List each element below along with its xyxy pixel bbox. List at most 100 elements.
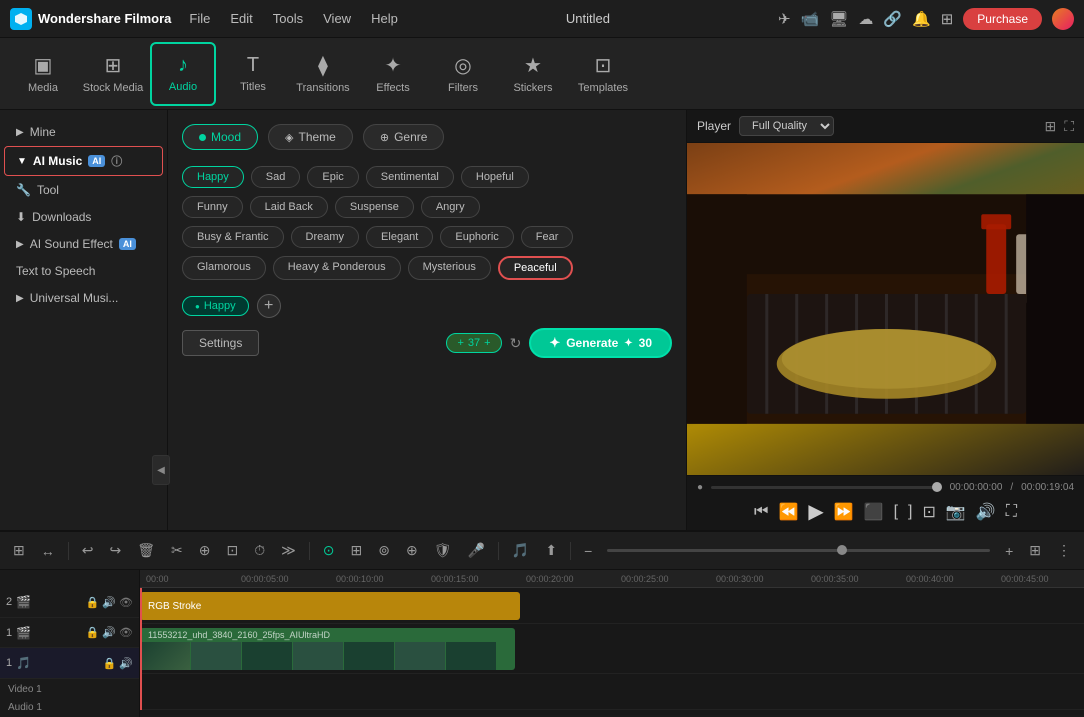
menu-edit[interactable]: Edit bbox=[230, 11, 252, 26]
toolbar-transitions[interactable]: ⧫ Transitions bbox=[290, 42, 356, 106]
cut-btn[interactable]: ✂ bbox=[166, 539, 188, 562]
sidebar-item-ai-music[interactable]: ▼ AI Music AI ⓘ bbox=[4, 146, 163, 176]
scene-btn[interactable]: ⊞ bbox=[8, 539, 30, 562]
grid-view-icon[interactable]: ⊞ bbox=[1044, 118, 1056, 135]
copy-btn[interactable]: ⊕ bbox=[194, 539, 216, 562]
progress-bar[interactable] bbox=[711, 486, 942, 489]
clip-video-main[interactable]: 11553212_uhd_3840_2160_25fps_AIUltraHD bbox=[140, 628, 515, 670]
rewind-button[interactable]: ⏮ bbox=[754, 503, 768, 521]
audio-tl-btn[interactable]: 🎵 bbox=[507, 539, 534, 562]
quality-select[interactable]: Full Quality Half Quality bbox=[739, 116, 834, 136]
pip-btn[interactable]: ⊞ bbox=[346, 539, 368, 562]
playhead[interactable] bbox=[140, 588, 142, 710]
tag-hopeful[interactable]: Hopeful bbox=[461, 166, 529, 188]
render-button[interactable]: ⊡ bbox=[923, 502, 936, 522]
step-back-button[interactable]: ⏪ bbox=[778, 502, 798, 522]
clip-rgb-stroke[interactable]: RGB Stroke bbox=[140, 592, 520, 620]
delete-btn[interactable]: 🗑 bbox=[132, 539, 160, 562]
tab-genre[interactable]: ⊕ Genre bbox=[363, 124, 445, 150]
tag-dreamy[interactable]: Dreamy bbox=[291, 226, 360, 248]
snapshot-button[interactable]: 📷 bbox=[946, 502, 966, 522]
zoom-in-btn[interactable]: + bbox=[1000, 540, 1018, 562]
sidebar-item-mine[interactable]: ▶ Mine bbox=[4, 119, 163, 145]
menu-help[interactable]: Help bbox=[371, 11, 398, 26]
menu-view[interactable]: View bbox=[323, 11, 351, 26]
toolbar-audio[interactable]: ♪ Audio bbox=[150, 42, 216, 106]
tag-glamorous[interactable]: Glamorous bbox=[182, 256, 266, 280]
mark-out-button[interactable]: ] bbox=[908, 503, 912, 521]
info-icon[interactable]: ⓘ bbox=[111, 153, 122, 169]
sequence-btn[interactable]: ⊙ bbox=[318, 539, 340, 562]
sidebar-item-tts[interactable]: Text to Speech bbox=[4, 258, 163, 284]
tag-busy-frantic[interactable]: Busy & Frantic bbox=[182, 226, 284, 248]
send-icon[interactable]: ✈ bbox=[778, 10, 791, 28]
track1-lock-btn[interactable]: 🔒 bbox=[86, 626, 100, 639]
audio1-lock-btn[interactable]: 🔒 bbox=[103, 657, 117, 670]
track2-lock-btn[interactable]: 🔒 bbox=[86, 596, 100, 609]
tag-angry[interactable]: Angry bbox=[421, 196, 480, 218]
tag-sad[interactable]: Sad bbox=[251, 166, 301, 188]
zoom-slider[interactable] bbox=[607, 549, 990, 552]
toolbar-media[interactable]: ▣ Media bbox=[10, 42, 76, 106]
export-btn[interactable]: ⬆ bbox=[540, 539, 562, 562]
grid-icon[interactable]: ⊞ bbox=[941, 10, 954, 28]
cloud-icon[interactable]: ☁ bbox=[858, 10, 873, 28]
fullscreen-button[interactable]: ⛶ bbox=[1006, 503, 1017, 521]
speed-btn[interactable]: ⏱ bbox=[249, 539, 270, 562]
share-icon[interactable]: 🔗 bbox=[883, 10, 902, 28]
undo-btn[interactable]: ↩ bbox=[77, 539, 99, 562]
menu-file[interactable]: File bbox=[189, 11, 210, 26]
record-icon[interactable]: 📹 bbox=[801, 10, 820, 28]
generate-button[interactable]: ✦ Generate ✦ 30 bbox=[529, 328, 672, 358]
tag-heavy-ponderous[interactable]: Heavy & Ponderous bbox=[273, 256, 401, 280]
ripple-btn[interactable]: ↔ bbox=[36, 540, 60, 562]
bell-icon[interactable]: 🔔 bbox=[912, 10, 931, 28]
tag-elegant[interactable]: Elegant bbox=[366, 226, 433, 248]
tag-mysterious[interactable]: Mysterious bbox=[408, 256, 491, 280]
toolbar-templates[interactable]: ⊡ Templates bbox=[570, 42, 636, 106]
layout-btn[interactable]: ⊞ bbox=[1024, 539, 1046, 562]
mic-btn[interactable]: 🎤 bbox=[462, 539, 489, 562]
ai-clip-btn[interactable]: ⊕ bbox=[401, 539, 423, 562]
selected-tag-chip-happy[interactable]: ● Happy bbox=[182, 296, 249, 316]
menu-tools[interactable]: Tools bbox=[273, 11, 303, 26]
tag-sentimental[interactable]: Sentimental bbox=[366, 166, 454, 188]
settings-button[interactable]: Settings bbox=[182, 330, 259, 356]
sidebar-item-downloads[interactable]: ⬇ Downloads bbox=[4, 204, 163, 230]
tag-peaceful[interactable]: Peaceful bbox=[498, 256, 573, 280]
square-button[interactable]: ⬛ bbox=[864, 502, 884, 522]
more-btn[interactable]: ≫ bbox=[276, 539, 301, 562]
redo-btn[interactable]: ↪ bbox=[104, 539, 126, 562]
mark-in-button[interactable]: [ bbox=[894, 503, 898, 521]
tag-epic[interactable]: Epic bbox=[307, 166, 358, 188]
volume-button[interactable]: 🔊 bbox=[976, 502, 996, 522]
track2-volume-btn[interactable]: 🔊 bbox=[102, 596, 116, 609]
audio1-volume-btn[interactable]: 🔊 bbox=[119, 657, 133, 670]
tag-suspense[interactable]: Suspense bbox=[335, 196, 414, 218]
tag-laid-back[interactable]: Laid Back bbox=[250, 196, 328, 218]
sidebar-collapse-btn[interactable]: ◀ bbox=[152, 455, 168, 485]
tag-euphoric[interactable]: Euphoric bbox=[440, 226, 513, 248]
refresh-icon[interactable]: ↻ bbox=[510, 335, 522, 352]
toolbar-effects[interactable]: ✦ Effects bbox=[360, 42, 426, 106]
sidebar-item-ai-sound[interactable]: ▶ AI Sound Effect AI bbox=[4, 231, 163, 257]
tag-happy[interactable]: Happy bbox=[182, 166, 244, 188]
sidebar-item-tool[interactable]: 🔧 Tool bbox=[4, 177, 163, 203]
tag-fear[interactable]: Fear bbox=[521, 226, 574, 248]
user-avatar[interactable] bbox=[1052, 8, 1074, 30]
track2-eye-btn[interactable]: 👁 bbox=[119, 596, 133, 609]
toolbar-stock-media[interactable]: ⊞ Stock Media bbox=[80, 42, 146, 106]
toolbar-titles[interactable]: T Titles bbox=[220, 42, 286, 106]
more-tl-btn[interactable]: ⋮ bbox=[1052, 539, 1076, 562]
step-forward-button[interactable]: ⏩ bbox=[834, 502, 854, 522]
tag-funny[interactable]: Funny bbox=[182, 196, 243, 218]
shield-btn[interactable]: 🛡 bbox=[429, 539, 457, 562]
record-tl-btn[interactable]: ⊚ bbox=[373, 539, 395, 562]
crop-btn[interactable]: ⊡ bbox=[221, 539, 243, 562]
toolbar-stickers[interactable]: ★ Stickers bbox=[500, 42, 566, 106]
add-tag-button[interactable]: + bbox=[257, 294, 281, 318]
play-button[interactable]: ▶ bbox=[808, 499, 823, 524]
purchase-button[interactable]: Purchase bbox=[963, 8, 1042, 30]
track1-volume-btn[interactable]: 🔊 bbox=[102, 626, 116, 639]
track1-eye-btn[interactable]: 👁 bbox=[119, 626, 133, 639]
